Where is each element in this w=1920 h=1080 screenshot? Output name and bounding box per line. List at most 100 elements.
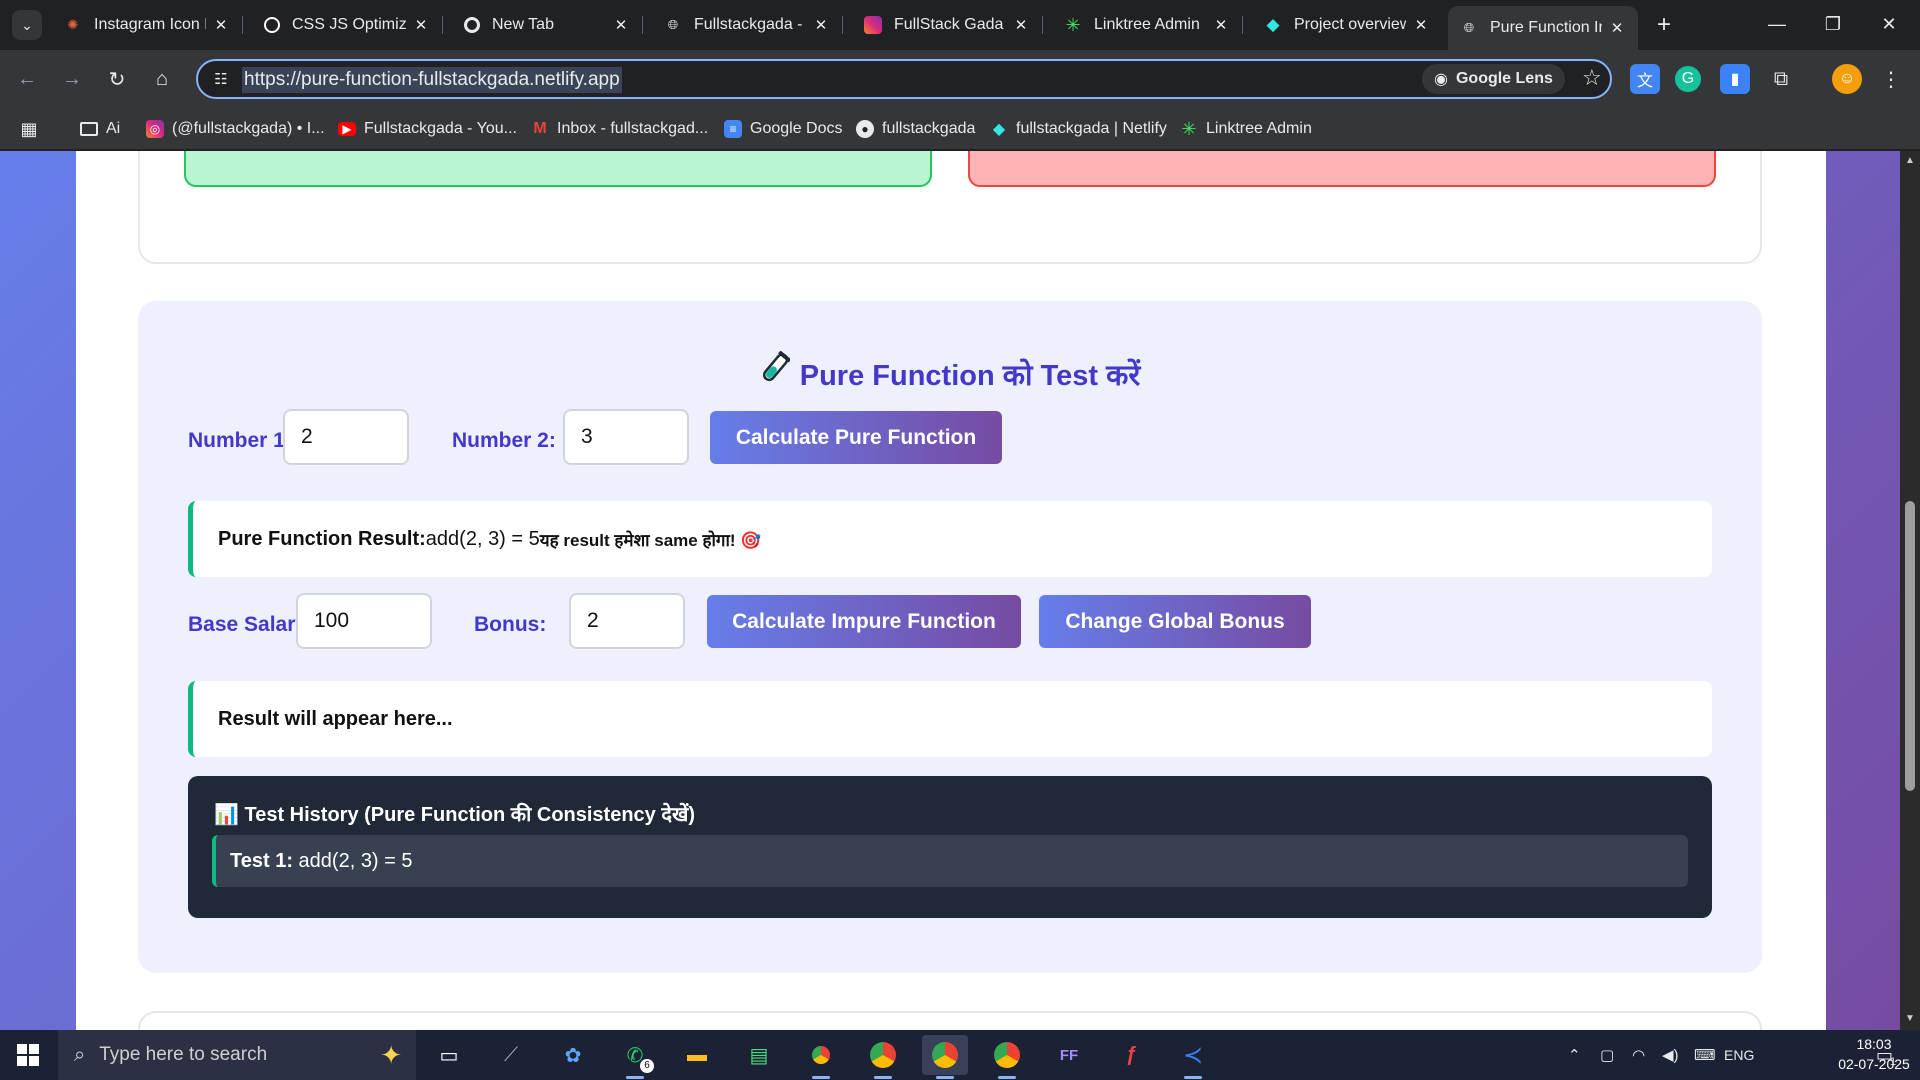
clock[interactable]: 18:03 02-07-2025 [1836,1034,1912,1074]
copilot-icon[interactable]: ✿ [550,1035,596,1075]
calculate-impure-button[interactable]: Calculate Impure Function [707,595,1021,648]
bonus-input[interactable] [569,593,685,649]
grammarly-icon[interactable]: G [1675,66,1701,92]
pure-result-label: Pure Function Result: [218,527,426,550]
tray-overflow-icon[interactable]: ⌃ [1568,1030,1581,1080]
number1-input[interactable] [283,409,409,465]
scroll-up-icon[interactable]: ▲ [1904,155,1916,166]
apps-button[interactable]: ▦ [20,116,38,142]
pure-result-note: यह result हमेशा same होगा! 🎯 [539,530,762,550]
reload-icon: ↻ [108,68,126,91]
page-scrollbar[interactable]: ▲ ▼ [1900,151,1920,1030]
calculate-pure-button[interactable]: Calculate Pure Function [710,411,1002,464]
file-explorer-icon[interactable]: ▬ [674,1035,720,1075]
vscode-icon[interactable]: ≺ [1170,1035,1216,1079]
whatsapp-badge: 6 [640,1059,654,1073]
change-global-bonus-button[interactable]: Change Global Bonus [1039,595,1311,648]
bookmark-netlify[interactable]: ◆ fullstackgada | Netlify [990,116,1167,142]
tab-linktree[interactable]: ✳ Linktree Admin ✕ [1052,8,1243,42]
ff-app-icon[interactable]: FF [1046,1035,1092,1075]
bookmark-star-icon[interactable]: ☆ [1582,65,1602,91]
number2-label: Number 2: [452,429,556,452]
extensions-icon[interactable]: ⧉ [1766,64,1796,94]
tab-css-js[interactable]: CSS JS Optimizat ✕ [252,8,443,42]
bookmark-linktree[interactable]: ✳ Linktree Admin [1180,116,1312,142]
wifi-icon[interactable]: ◠ [1632,1030,1645,1080]
number2-input[interactable] [563,409,689,465]
forward-button[interactable]: → [57,64,87,94]
profile-avatar[interactable]: ☺ [1832,64,1862,94]
start-button[interactable] [0,1030,56,1080]
bookmark-instagram[interactable]: ◎ (@fullstackgada) • I... [146,116,325,142]
bookmark-github[interactable]: ● fullstackgada [856,116,975,142]
volume-icon[interactable]: ◀) [1662,1030,1679,1080]
bookmark-google-docs[interactable]: ≡ Google Docs [724,116,843,142]
base-salary-input[interactable] [296,593,432,649]
tab-project-overview[interactable]: ◆ Project overview ✕ [1252,8,1442,42]
task-view-icon[interactable]: ▭ [426,1035,472,1075]
feather-app-icon[interactable]: ⟋ [488,1035,534,1075]
tab-instagram-fullstack[interactable]: FullStack Gada ( ✕ [852,8,1043,42]
tab-title: New Tab [492,16,554,33]
bookmark-youtube[interactable]: ▶ Fullstackgada - You... [338,116,517,142]
close-icon[interactable]: ✕ [1608,19,1626,37]
reload-button[interactable]: ↻ [102,64,132,94]
address-bar[interactable]: ☷ https://pure-function-fullstackgada.ne… [196,59,1612,99]
bookmark-label: Inbox - fullstackgad... [557,120,709,137]
language-indicator[interactable]: ENG [1724,1030,1754,1080]
close-icon[interactable]: ✕ [412,16,430,34]
google-lens-button[interactable]: ◉ Google Lens [1422,64,1565,94]
next-card [138,1011,1762,1030]
bookmark-label: Linktree Admin [1206,120,1312,137]
url-text[interactable]: https://pure-function-fullstackgada.netl… [242,67,622,93]
bookmark-label: (@fullstackgada) • I... [172,120,325,137]
scrollbar-thumb[interactable] [1905,501,1915,791]
site-info-icon[interactable]: ☷ [210,69,232,91]
tab-search-button[interactable]: ⌄ [12,10,42,40]
tab-pure-function[interactable]: 🌐︎ Pure Function In ✕ [1448,6,1638,50]
pure-result-box: Pure Function Result: add(2, 3) = 5 यह res… [188,501,1712,577]
meet-icon[interactable]: ▢ [1600,1030,1614,1080]
bookmark-label: fullstackgada [882,120,976,137]
bookmark-ai-folder[interactable]: Ai [80,116,120,142]
linktree-icon: ✳ [1065,14,1081,35]
clock-date: 02-07-2025 [1838,1056,1910,1072]
close-icon[interactable]: ✕ [1012,16,1030,34]
tab-new-tab[interactable]: New Tab ✕ [452,8,643,42]
close-icon[interactable]: ✕ [1412,16,1430,34]
home-button[interactable]: ⌂ [147,64,177,94]
bookmark-gmail[interactable]: M Inbox - fullstackgad... [531,116,708,142]
chrome-profile-icon[interactable] [860,1035,906,1079]
history-item: Test 1: add(2, 3) = 5 [212,835,1688,887]
minimize-button[interactable]: — [1754,8,1800,40]
sheet-app-icon[interactable]: ▤ [736,1035,782,1075]
new-tab-button[interactable]: + [1650,10,1678,40]
copilot-sparkle-icon: ✦ [380,1039,402,1070]
tab-fullstackgada[interactable]: 🌐︎ Fullstackgada - F ✕ [652,8,843,42]
test-section: Pure Function को Test करें Number 1: Num… [138,301,1762,973]
scroll-down-icon[interactable]: ▼ [1904,1013,1916,1024]
pure-result-value: add(2, 3) = 5 [425,527,540,550]
chrome-icon[interactable] [798,1035,844,1079]
restore-button[interactable]: ❐ [1810,8,1856,40]
google-translate-icon[interactable]: 文 [1630,64,1660,94]
keyboard-icon[interactable]: ⌨ [1694,1030,1716,1080]
taskbar-search[interactable]: ⌕ Type here to search ✦ [58,1030,416,1080]
close-icon[interactable]: ✕ [1212,16,1230,34]
close-icon[interactable]: ✕ [812,16,830,34]
flash-app-icon[interactable]: ƒ [1108,1035,1154,1075]
apps-grid-icon: ▦ [20,118,38,139]
whatsapp-icon[interactable]: ✆ 6 [612,1035,658,1079]
close-icon[interactable]: ✕ [612,16,630,34]
chrome-active-icon[interactable] [922,1035,968,1079]
back-button[interactable]: ← [12,64,42,94]
docs-extension-icon[interactable]: ▮ [1720,64,1750,94]
kebab-menu-icon[interactable]: ⋮ [1876,64,1906,94]
youtube-icon: ▶ [338,122,356,136]
chrome-alt-icon[interactable] [984,1035,1030,1079]
notification-icon[interactable]: ▭ 1 [1876,1030,1896,1080]
tab-instagram-icon[interactable]: ✺ Instagram Icon H ✕ [52,8,243,42]
close-window-button[interactable]: ✕ [1866,8,1912,40]
close-icon[interactable]: ✕ [212,16,230,34]
globe-icon: 🌐︎ [667,17,679,32]
